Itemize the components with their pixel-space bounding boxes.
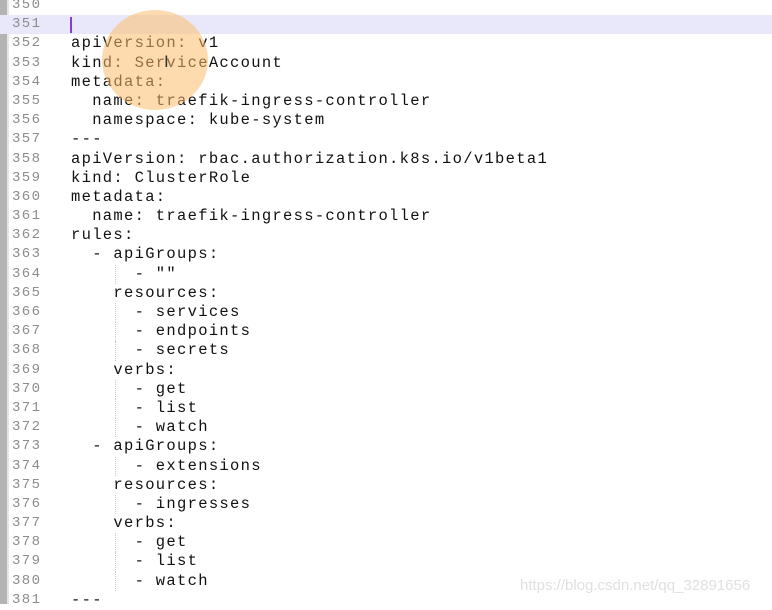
code-editor[interactable]: 350 351 352 apiVersion: v1 353 kind: ServiceA…: [0, 0, 772, 610]
watermark: https://blog.csdn.net/qq_32891656: [520, 577, 751, 594]
line-number: 360: [12, 188, 42, 205]
code-line[interactable]: 375 resources:: [0, 476, 772, 495]
code-text: - services: [71, 303, 241, 321]
text-cursor-icon: I: [164, 52, 169, 71]
code-text: kind: ServiceAccount: [71, 53, 284, 72]
line-number: 358: [12, 150, 42, 167]
code-text: name: traefik-ingress-controller: [71, 91, 432, 110]
line-number: 371: [12, 399, 42, 416]
line-number: 375: [12, 476, 42, 493]
line-number: 359: [12, 169, 42, 186]
line-number: 355: [12, 92, 42, 109]
code-text: - watch: [71, 571, 209, 590]
code-text: - watch: [71, 418, 209, 437]
text-caret: [70, 17, 72, 34]
line-number: 378: [12, 534, 42, 551]
line-number: 352: [12, 35, 42, 52]
line-number: 356: [12, 112, 42, 129]
code-text: apiVersion: v1: [71, 34, 220, 53]
line-number: 363: [12, 246, 42, 263]
line-number: 357: [12, 131, 42, 148]
code-line[interactable]: 364 - "": [0, 264, 772, 284]
line-number: 380: [12, 572, 42, 589]
code-line[interactable]: 353 kind: ServiceAccount: [0, 54, 772, 73]
line-number: 377: [12, 515, 42, 532]
code-text: resources:: [71, 475, 220, 494]
code-line[interactable]: 351: [0, 15, 772, 35]
line-number: 364: [12, 265, 42, 282]
code-text: - list: [71, 552, 199, 571]
code-line[interactable]: 363 - apiGroups:: [0, 245, 772, 264]
line-number: 372: [12, 419, 42, 436]
code-line[interactable]: 355 name: traefik-ingress-controller: [0, 92, 772, 111]
code-line[interactable]: 358 apiVersion: rbac.authorization.k8s.io…: [0, 150, 772, 169]
line-number: 353: [12, 54, 42, 71]
code-text: - ingresses: [71, 494, 252, 513]
code-text: name: traefik-ingress-controller: [71, 207, 432, 226]
code-text: - endpoints: [71, 322, 252, 341]
code-text: - extensions: [71, 456, 262, 475]
line-number: 373: [12, 438, 42, 455]
code-line[interactable]: 354 metadata:: [0, 73, 772, 92]
code-text: verbs:: [71, 514, 178, 533]
line-number: 374: [12, 457, 42, 474]
code-line[interactable]: 361 name: traefik-ingress-controller: [0, 207, 772, 226]
code-text: ---: [71, 130, 103, 149]
code-line[interactable]: 365 resources:: [0, 284, 772, 303]
code-line[interactable]: 359 kind: ClusterRole: [0, 169, 772, 188]
code-text: - apiGroups:: [71, 245, 220, 264]
code-line[interactable]: 357 ---: [0, 130, 772, 149]
code-text: rules:: [71, 226, 135, 245]
line-number: 365: [12, 284, 42, 301]
code-line[interactable]: 350: [0, 0, 772, 15]
code-line[interactable]: 371 - list: [0, 398, 772, 419]
code-line[interactable]: 373 - apiGroups:: [0, 437, 772, 456]
code-line[interactable]: 367 - endpoints: [0, 322, 772, 342]
code-text: - secrets: [71, 341, 231, 360]
code-text: metadata:: [71, 187, 167, 206]
code-line[interactable]: 366 - services: [0, 303, 772, 323]
code-text: kind: ClusterRole: [71, 168, 252, 187]
line-number: 379: [12, 553, 42, 570]
line-number: 362: [12, 227, 42, 244]
code-text: resources:: [71, 283, 220, 302]
code-text: - apiGroups:: [71, 437, 220, 456]
code-line[interactable]: 379 - list: [0, 552, 772, 572]
line-number: 368: [12, 342, 42, 359]
code-line[interactable]: 356 namespace: kube-system: [0, 111, 772, 130]
line-number: 370: [12, 380, 42, 397]
line-number: 351: [12, 16, 42, 33]
code-line[interactable]: 378 - get: [0, 533, 772, 553]
code-text: apiVersion: rbac.authorization.k8s.io/v1…: [71, 149, 549, 168]
code-text: namespace: kube-system: [71, 111, 326, 130]
code-text: - get: [71, 533, 188, 552]
line-number: 354: [12, 73, 42, 90]
code-text: - get: [71, 379, 188, 398]
line-number: 350: [12, 0, 42, 13]
code-line[interactable]: 374 - extensions: [0, 456, 772, 476]
code-line[interactable]: 376 - ingresses: [0, 494, 772, 515]
line-number: 381: [12, 591, 42, 608]
line-number: 369: [12, 361, 42, 378]
line-number: 366: [12, 304, 42, 320]
line-number: 367: [12, 323, 42, 340]
code-text: - list: [71, 398, 199, 417]
code-line[interactable]: 370 - get: [0, 379, 772, 399]
code-text: - "": [71, 264, 178, 283]
code-line[interactable]: 372 - watch: [0, 418, 772, 438]
line-number: 361: [12, 208, 42, 225]
code-text: verbs:: [71, 360, 178, 379]
code-text: metadata:: [71, 72, 167, 91]
code-line[interactable]: 352 apiVersion: v1: [0, 34, 772, 53]
code-line[interactable]: 369 verbs:: [0, 361, 772, 380]
line-number: 376: [12, 495, 42, 512]
code-line[interactable]: 362 rules:: [0, 226, 772, 245]
code-line[interactable]: 368 - secrets: [0, 341, 772, 361]
code-text: ---: [71, 590, 103, 609]
code-line[interactable]: 377 verbs:: [0, 514, 772, 533]
code-line[interactable]: 360 metadata:: [0, 188, 772, 207]
